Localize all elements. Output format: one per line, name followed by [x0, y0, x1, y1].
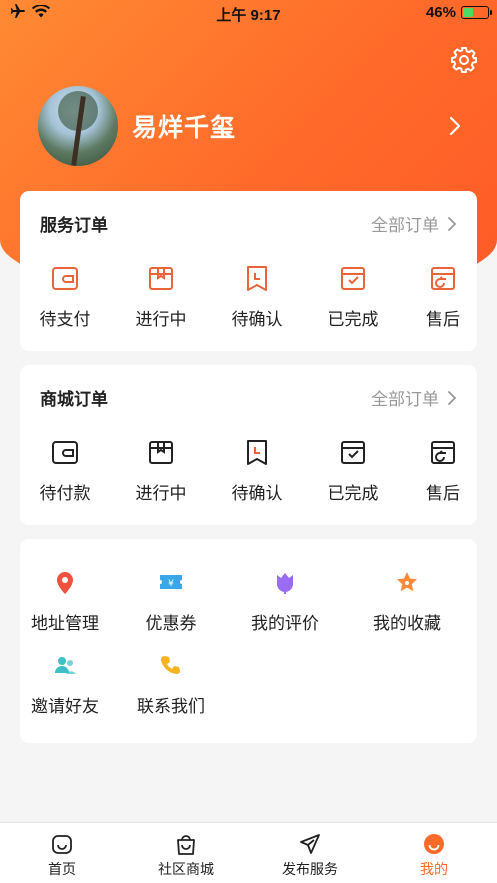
profile-row[interactable]: 易烊千玺: [38, 86, 236, 166]
chevron-right-icon: [448, 216, 457, 231]
menu-item-4[interactable]: 邀请好友: [5, 652, 125, 717]
services-menu-card: 地址管理 ¥ 优惠券 我的评价 我的收藏邀请好友 联系我们: [20, 539, 477, 743]
menu-item-label: 我的收藏: [373, 614, 441, 633]
avatar[interactable]: [38, 86, 118, 166]
box-check-icon: [341, 441, 365, 464]
order-status-label: 售后: [426, 484, 460, 503]
order-status-4[interactable]: 售后: [398, 263, 488, 330]
order-status-label: 待支付: [39, 310, 91, 329]
menu-item-label: 地址管理: [31, 614, 99, 633]
coupon-icon: ¥: [160, 575, 182, 589]
order-status-label: 进行中: [135, 484, 187, 503]
order-status-3[interactable]: 已完成: [308, 263, 398, 330]
order-status-label: 售后: [426, 310, 460, 329]
service-orders-card: 服务订单 全部订单 待支付 进行中 待确认 已完成 售后: [20, 191, 477, 351]
menu-item-label: 优惠券: [145, 614, 197, 633]
all-orders-label: 全部订单: [371, 390, 439, 409]
battery-icon: [461, 6, 492, 19]
all-orders-label: 全部订单: [371, 216, 439, 235]
order-status-2[interactable]: 待确认: [212, 437, 302, 504]
status-time: 上午 9:17: [216, 7, 281, 24]
home-icon: [52, 835, 72, 854]
svg-text:¥: ¥: [168, 579, 174, 589]
bookmark-clock-icon: [247, 440, 267, 465]
menu-item-label: 我的评价: [251, 614, 319, 633]
tab-1[interactable]: 社区商城: [131, 833, 241, 879]
order-status-2[interactable]: 待确认: [212, 263, 302, 330]
location-pin-icon: [57, 572, 73, 594]
order-status-3[interactable]: 已完成: [308, 437, 398, 504]
tab-bar: 首页 社区商城 发布服务 我的: [0, 822, 497, 883]
tab-label: 我的: [420, 861, 448, 877]
chevron-right-icon[interactable]: [448, 116, 462, 136]
battery-percent: 46%: [425, 4, 456, 21]
menu-item-2[interactable]: 我的评价: [225, 569, 345, 634]
profile-name: 易烊千玺: [132, 114, 237, 142]
box-return-icon: [431, 267, 455, 290]
order-status-label: 待付款: [39, 484, 91, 503]
tab-0[interactable]: 首页: [7, 833, 117, 879]
order-status-1[interactable]: 进行中: [116, 263, 206, 330]
chevron-right-icon: [448, 390, 457, 405]
box-check-icon: [341, 267, 365, 290]
mall-orders-all-link[interactable]: 全部订单: [371, 385, 457, 410]
phone-icon: [161, 656, 180, 674]
menu-item-label: 联系我们: [137, 697, 205, 716]
order-status-label: 待确认: [231, 484, 283, 503]
menu-item-0[interactable]: 地址管理: [5, 569, 125, 634]
order-status-4[interactable]: 售后: [398, 437, 488, 504]
order-status-0[interactable]: 待付款: [20, 437, 110, 504]
shopping-bag-icon: [177, 835, 195, 855]
menu-item-3[interactable]: 我的收藏: [347, 569, 467, 634]
send-icon: [300, 834, 320, 854]
tab-3[interactable]: 我的: [379, 833, 489, 879]
wallet-icon: [52, 267, 78, 290]
menu-item-label: 邀请好友: [31, 697, 99, 716]
flower-icon: [277, 573, 293, 594]
menu-item-1[interactable]: ¥ 优惠券: [111, 569, 231, 634]
bookmark-clock-icon: [247, 266, 267, 291]
tab-label: 社区商城: [158, 861, 214, 877]
box-icon: [149, 441, 173, 464]
star-icon: [397, 572, 417, 592]
service-orders-all-link[interactable]: 全部订单: [371, 211, 457, 236]
users-icon: [55, 657, 76, 674]
order-status-label: 已完成: [327, 310, 379, 329]
order-status-label: 待确认: [231, 310, 283, 329]
order-status-label: 进行中: [135, 310, 187, 329]
mall-orders-title: 商城订单: [40, 390, 108, 409]
mall-orders-card: 商城订单 全部订单 待付款 进行中 待确认 已完成 售后: [20, 365, 477, 525]
wallet-icon: [52, 441, 78, 464]
status-bar: 上午 9:17 46%: [0, 0, 497, 26]
settings-gear-icon[interactable]: [450, 46, 478, 74]
tab-label: 首页: [48, 861, 76, 877]
tab-label: 发布服务: [282, 861, 338, 877]
profile-smile-icon: [424, 834, 444, 854]
order-status-label: 已完成: [327, 484, 379, 503]
box-icon: [149, 267, 173, 290]
menu-item-5[interactable]: 联系我们: [111, 652, 231, 717]
service-orders-title: 服务订单: [40, 216, 108, 235]
order-status-0[interactable]: 待支付: [20, 263, 110, 330]
box-return-icon: [431, 441, 455, 464]
order-status-1[interactable]: 进行中: [116, 437, 206, 504]
tab-2[interactable]: 发布服务: [255, 833, 365, 879]
